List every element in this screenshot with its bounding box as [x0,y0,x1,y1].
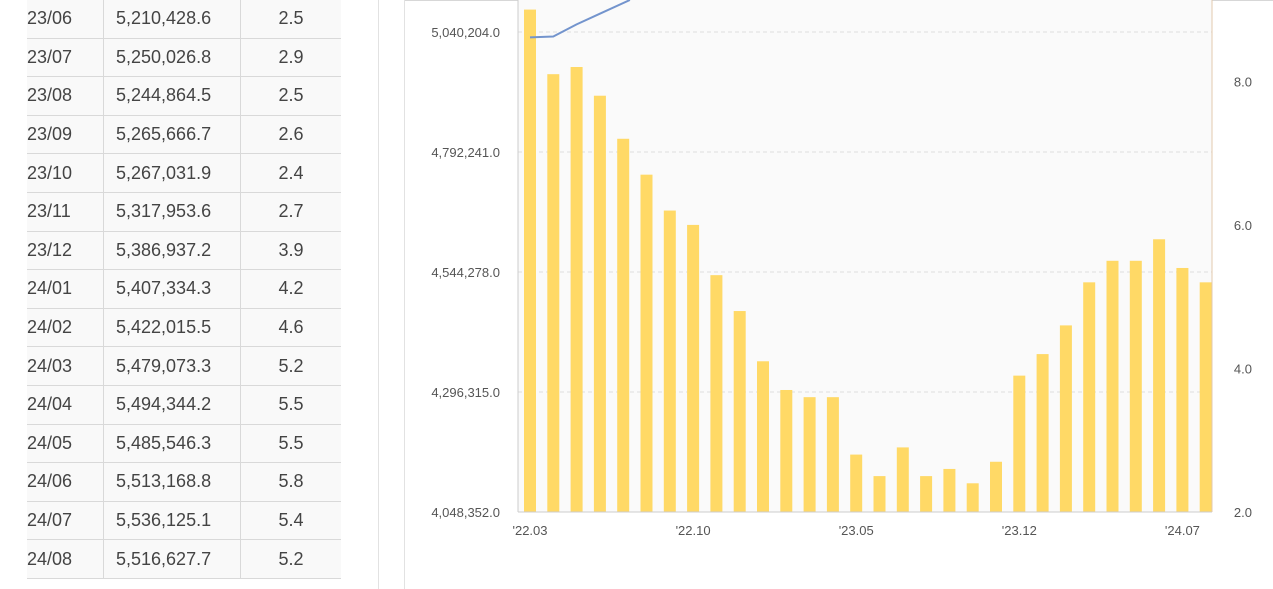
y-left-tick-label: 4,048,352.0 [431,505,500,520]
x-tick-label: '23.12 [1002,523,1037,538]
bar [990,461,1002,512]
x-tick-label: '23.05 [839,523,874,538]
bar [733,311,746,512]
y-left-tick-label: 5,040,204.0 [431,25,500,40]
y-right-tick-label: 4.0 [1234,361,1252,376]
y-right-tick-label: 6.0 [1234,218,1252,233]
bar [617,138,630,512]
y-left-tick-label: 4,792,241.0 [431,145,500,160]
bar [547,74,560,513]
bar [1176,267,1189,512]
y-right-tick-label: 8.0 [1234,74,1252,89]
bar [1083,282,1096,512]
bar [593,95,606,512]
bar [943,468,956,512]
bar [1199,282,1212,512]
x-tick-label: '22.03 [512,523,547,538]
bar [896,447,909,512]
bar [966,483,979,512]
combo-chart: 4,048,352.0 4,296,315.0 4,544,278.0 4,792,2… [431,0,1252,538]
bar [1153,239,1166,513]
bar [640,174,653,512]
bar [780,389,793,512]
bar [826,397,839,512]
bar [757,361,769,512]
bar [920,476,933,512]
y-left-tick-label: 4,296,315.0 [431,385,500,400]
bar [850,454,863,512]
bar [1129,260,1142,512]
bar [873,476,886,512]
bar [663,210,676,512]
x-tick-label: '22.10 [676,523,711,538]
y-right-tick-label: 2.0 [1234,505,1252,520]
bar [570,67,583,513]
bar [1013,375,1026,512]
bar [710,275,723,512]
bar [803,397,816,512]
bar [1106,260,1119,512]
x-tick-label: '24.07 [1165,523,1200,538]
bar [687,224,700,512]
bar [1036,354,1049,512]
y-left-tick-label: 4,544,278.0 [431,265,500,280]
bar [524,9,536,512]
bar [1059,325,1072,512]
